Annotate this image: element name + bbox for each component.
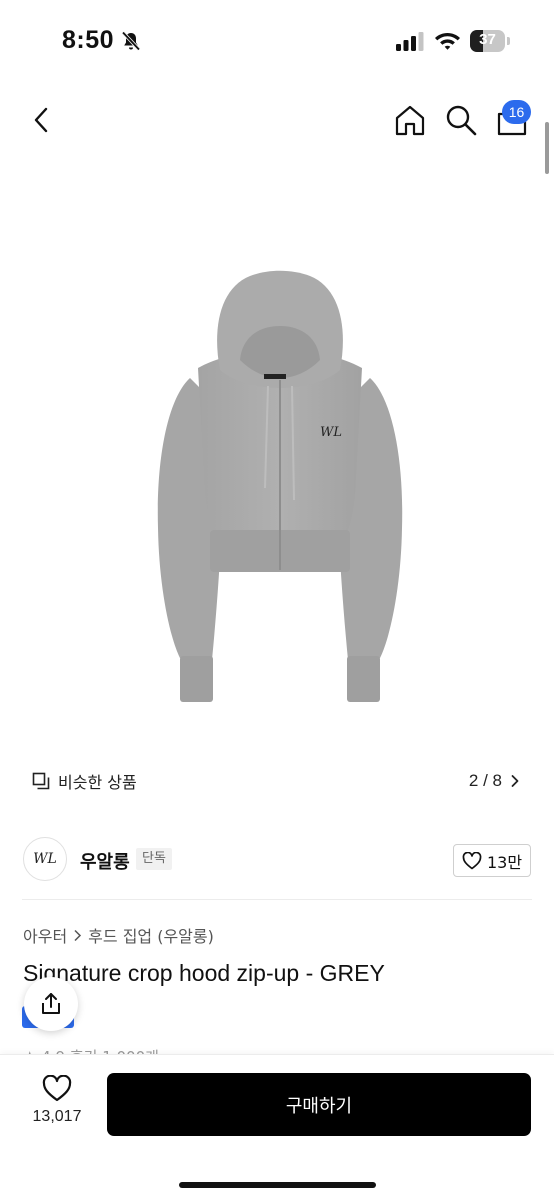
image-pager[interactable]: 2 / 8 bbox=[454, 764, 530, 798]
battery-percent: 37 bbox=[479, 31, 496, 48]
home-button[interactable] bbox=[392, 102, 428, 138]
breadcrumb: 아우터 후드 집업 (우알롱) bbox=[23, 923, 214, 947]
exclusive-badge: 단독 bbox=[136, 848, 172, 870]
chevron-left-icon bbox=[34, 107, 48, 133]
brand-name[interactable]: 우알롱 bbox=[80, 848, 130, 874]
similar-products-button[interactable]: 비슷한 상품 bbox=[22, 764, 149, 798]
similar-products-label: 비슷한 상품 bbox=[58, 773, 137, 792]
breadcrumb-subcategory[interactable]: 후드 집업 (우알롱) bbox=[88, 923, 214, 947]
status-time: 8:50 bbox=[62, 26, 115, 54]
home-icon bbox=[395, 105, 425, 136]
heart-icon bbox=[42, 1075, 72, 1102]
top-nav bbox=[0, 84, 554, 160]
cart-count-badge: 16 bbox=[502, 100, 531, 124]
battery-icon: 37 bbox=[470, 30, 510, 52]
battery-cap bbox=[507, 37, 510, 45]
copy-icon bbox=[32, 772, 50, 790]
wishlist-button[interactable]: 13,017 bbox=[20, 1075, 94, 1135]
product-image[interactable]: WL bbox=[150, 268, 410, 708]
page-indicator: 2 / 8 bbox=[468, 771, 502, 790]
wishlist-count: 13,017 bbox=[32, 1108, 82, 1125]
bell-slash-icon bbox=[121, 31, 141, 51]
scrollbar[interactable] bbox=[545, 122, 549, 174]
brand-row: WL 우알롱 단독 13만 bbox=[0, 820, 554, 900]
product-title: Signature crop hood zip-up - GREY bbox=[23, 960, 385, 986]
chevron-right-icon bbox=[74, 929, 82, 941]
back-button[interactable] bbox=[24, 102, 58, 138]
search-button[interactable] bbox=[443, 102, 479, 138]
heart-icon bbox=[462, 851, 482, 869]
breadcrumb-category[interactable]: 아우터 bbox=[23, 923, 67, 947]
bottom-action-bar: 13,017 구매하기 bbox=[0, 1054, 554, 1200]
brand-logo[interactable]: WL bbox=[23, 837, 67, 881]
home-indicator bbox=[179, 1182, 376, 1188]
search-icon bbox=[446, 105, 477, 136]
status-bar: 8:50 37 bbox=[0, 0, 554, 84]
svg-text:WL: WL bbox=[320, 425, 342, 440]
share-button[interactable] bbox=[24, 977, 78, 1031]
chevron-right-icon bbox=[511, 775, 519, 787]
brand-like-button[interactable]: 13만 bbox=[453, 844, 531, 877]
buy-button[interactable]: 구매하기 bbox=[107, 1073, 531, 1136]
wifi-icon bbox=[435, 33, 460, 50]
battery-body: 37 bbox=[470, 30, 505, 52]
divider bbox=[22, 899, 532, 900]
cellular-signal-icon bbox=[396, 32, 424, 51]
share-icon bbox=[42, 993, 60, 1014]
brand-like-count: 13만 bbox=[486, 852, 523, 872]
